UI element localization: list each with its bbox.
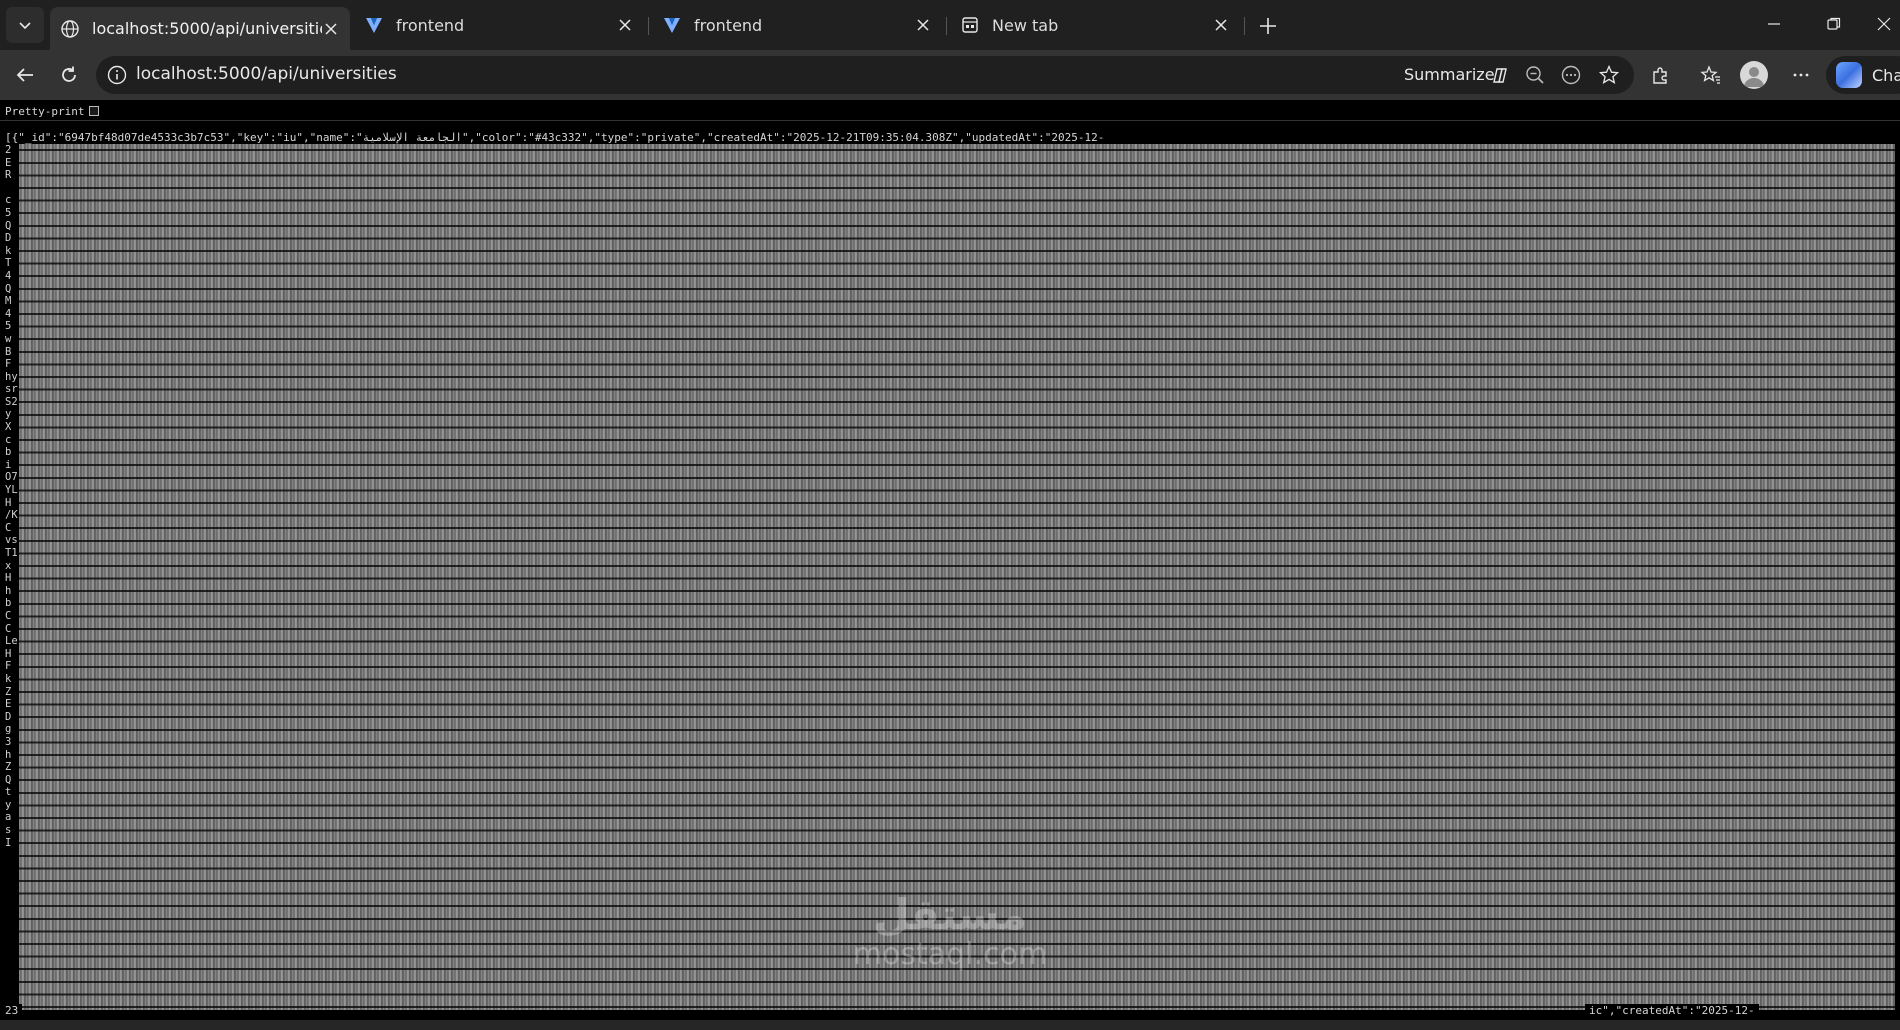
tab-strip: localhost:5000/api/universities frontend… (0, 0, 1900, 50)
new-tab-button[interactable] (1252, 11, 1284, 41)
restore-icon (1827, 17, 1841, 30)
close-icon[interactable] (616, 16, 634, 34)
watermark-logo: مستقل (873, 890, 1027, 939)
pretty-print-control[interactable]: Pretty-print (5, 102, 100, 120)
vuetify-icon (664, 18, 680, 33)
copilot-label: Chat (1872, 65, 1900, 85)
tab-separator (648, 17, 649, 35)
ellipsis-icon (1793, 73, 1809, 77)
restore-button[interactable] (1822, 12, 1846, 36)
copilot-button[interactable]: Chat (1826, 56, 1900, 94)
tab-separator (946, 17, 947, 35)
url-text[interactable]: localhost:5000/api/universities (136, 64, 397, 84)
summarize-button[interactable]: Summarize (1404, 65, 1495, 84)
tab-title: frontend (396, 15, 465, 35)
chevron-down-icon (19, 22, 31, 30)
json-body-blurred (5, 144, 1895, 1010)
extensions-button[interactable] (1644, 59, 1678, 91)
watermark: مستقل mostaql.com (830, 890, 1070, 1000)
tab-title: localhost:5000/api/universities (92, 19, 322, 38)
arrow-left-icon (16, 68, 33, 82)
profile-avatar[interactable] (1740, 61, 1768, 89)
tab-actions-menu-button[interactable] (6, 7, 44, 43)
json-last-line-end: ic","createdAt":"2025-12- (1585, 1004, 1759, 1017)
close-icon[interactable] (914, 16, 932, 34)
close-icon[interactable] (322, 20, 340, 38)
pretty-print-label: Pretty-print (5, 104, 85, 118)
json-last-line-start: 23 (5, 1004, 23, 1017)
close-icon[interactable] (1212, 16, 1230, 34)
info-icon[interactable] (106, 64, 128, 86)
copilot-icon (1836, 62, 1862, 88)
tab-title: frontend (694, 15, 763, 35)
plus-icon (1260, 18, 1276, 34)
divider (0, 120, 1900, 121)
user-icon (1744, 67, 1764, 87)
minimize-button[interactable] (1762, 12, 1786, 36)
globe-icon (61, 19, 79, 38)
settings-menu-button[interactable] (1784, 59, 1818, 91)
refresh-button[interactable] (52, 59, 86, 91)
tab-localhost-universities[interactable]: localhost:5000/api/universities (50, 7, 350, 50)
copilot-summarize-icon[interactable] (1488, 64, 1510, 86)
watermark-text: mostaql.com (852, 937, 1048, 972)
tab-new-tab[interactable]: New tab (950, 7, 1240, 43)
vuetify-icon (366, 18, 382, 33)
tab-separator (1244, 17, 1245, 35)
favorites-button[interactable] (1694, 59, 1728, 91)
more-options-icon[interactable] (1560, 64, 1582, 86)
newtab-icon (962, 17, 978, 33)
back-button[interactable] (8, 59, 42, 91)
json-first-line: [{"_id":"6947bf48d07de4533c3b7c53","key"… (5, 131, 1105, 144)
tab-frontend-2[interactable]: frontend (652, 7, 942, 43)
tab-title: New tab (992, 15, 1059, 35)
puzzle-icon (1653, 67, 1667, 84)
address-bar[interactable]: localhost:5000/api/universities Summariz… (96, 56, 1634, 94)
browser-toolbar: localhost:5000/api/universities Summariz… (0, 50, 1900, 100)
page-content: Pretty-print [{"_id":"6947bf48d07de4533c… (0, 100, 1900, 1030)
minimize-icon (1768, 23, 1780, 25)
bottom-strip (0, 1020, 1900, 1030)
favorites-icon (1700, 65, 1720, 84)
pretty-print-checkbox[interactable] (89, 106, 100, 116)
close-window-button[interactable] (1872, 12, 1896, 36)
json-left-column: 2 E R c 5 Q D k T 4 Q M 4 5 w B F hy sr … (5, 144, 19, 1010)
refresh-icon (62, 66, 76, 82)
star-icon[interactable] (1598, 64, 1620, 86)
zoom-out-icon[interactable] (1524, 64, 1546, 86)
close-icon (1877, 17, 1891, 31)
tab-frontend-1[interactable]: frontend (354, 7, 644, 43)
